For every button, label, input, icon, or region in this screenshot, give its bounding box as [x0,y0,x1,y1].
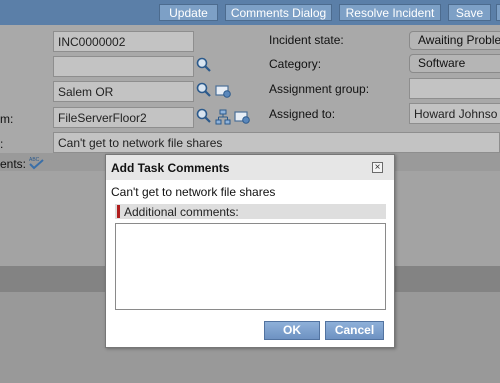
ci-label: m: [0,112,14,126]
additional-comments-textarea[interactable] [115,223,386,310]
add-task-comments-dialog: Add Task Comments × Can't get to network… [105,154,395,348]
spell-check-icon[interactable]: ABC [28,155,46,171]
assigned-to-field[interactable]: Howard Johnso [409,103,500,124]
mandatory-indicator [117,205,120,218]
category-label: Category: [269,57,322,71]
short-description-field[interactable]: Can't get to network file shares [53,132,500,153]
location-field[interactable]: Salem OR [53,81,194,102]
comments-label: ents: [0,157,27,171]
cancel-button[interactable]: Cancel [325,321,384,340]
incident-state-label: Incident state: [269,33,344,47]
update-button[interactable]: Update [159,4,218,21]
number-field[interactable]: INC0000002 [53,31,194,52]
magnifier-icon[interactable] [196,82,212,98]
incident-state-select[interactable]: Awaiting Proble [409,31,500,50]
more-button[interactable] [496,4,500,21]
caller-field[interactable] [53,56,194,77]
incident-form: INC0000002 Salem OR m: FileServerFloor2 … [0,25,500,153]
additional-comments-label: Additional comments: [124,205,239,219]
dialog-message: Can't get to network file shares [111,185,276,199]
assignment-group-field[interactable] [409,78,500,99]
reference-preview-icon[interactable] [215,83,231,99]
close-icon[interactable]: × [372,162,383,173]
reference-preview-icon[interactable] [234,109,250,125]
magnifier-icon[interactable] [196,57,212,73]
svg-text:ABC: ABC [29,157,40,163]
category-select[interactable]: Software [409,54,500,73]
assignment-group-label: Assignment group: [269,82,370,96]
configuration-item-field[interactable]: FileServerFloor2 [53,107,194,128]
resolve-incident-button[interactable]: Resolve Incident [339,4,441,21]
dialog-title: Add Task Comments [111,161,230,175]
ok-button[interactable]: OK [264,321,320,340]
magnifier-icon[interactable] [196,108,212,124]
assigned-to-label: Assigned to: [269,107,336,121]
form-header-bar: Update Comments Dialog Resolve Incident … [0,0,500,25]
comments-dialog-button[interactable]: Comments Dialog [225,4,332,21]
save-button[interactable]: Save [448,4,491,21]
short-description-label: : [0,137,4,151]
dependency-map-icon[interactable] [215,109,231,125]
